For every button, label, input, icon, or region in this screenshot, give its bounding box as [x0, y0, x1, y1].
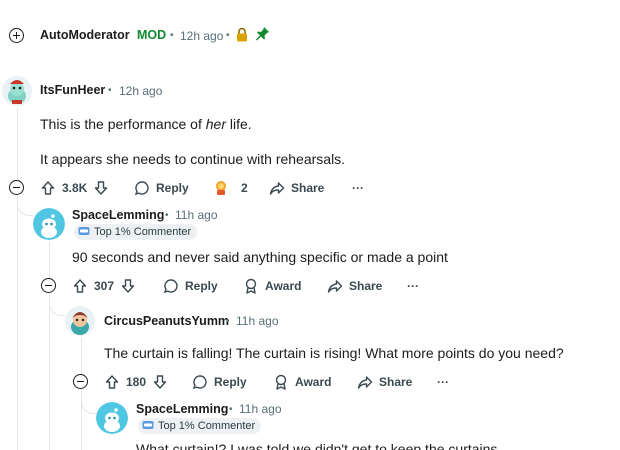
- collapse-thread-button[interactable]: [41, 278, 56, 293]
- avatar[interactable]: [2, 76, 32, 106]
- comment-time: 12h ago: [119, 84, 163, 98]
- share-icon: [357, 374, 373, 390]
- separator-dot: •: [170, 30, 174, 41]
- comment-time: 11h ago: [175, 208, 218, 222]
- collapse-thread-button[interactable]: [73, 374, 88, 389]
- share-icon: [327, 278, 343, 294]
- more-options-button[interactable]: ···: [352, 178, 364, 198]
- avatar[interactable]: [96, 402, 128, 434]
- mod-badge: MOD: [137, 28, 167, 42]
- comment-username[interactable]: ItsFunHeer: [40, 83, 105, 97]
- comment-body: What curtain!? I was told we didn't get …: [136, 441, 498, 450]
- separator-dot: •: [226, 316, 230, 327]
- comment-username[interactable]: CircusPeanutsYumm: [104, 314, 229, 328]
- separator-dot: •: [226, 30, 230, 41]
- thread-elbow-c2: [17, 196, 33, 216]
- user-flair: Top 1% Commenter: [138, 418, 262, 434]
- flair-label: Top 1% Commenter: [94, 226, 192, 238]
- share-label: Share: [379, 375, 413, 389]
- comment-time: 11h ago: [239, 402, 282, 416]
- separator-dot: •: [229, 404, 233, 415]
- comment-body-line: It appears she needs to continue with re…: [40, 151, 346, 167]
- reply-icon: [192, 374, 208, 390]
- comment-username[interactable]: SpaceLemming: [72, 208, 164, 222]
- flair-icon: [78, 226, 90, 239]
- vote-group: 180: [104, 372, 168, 392]
- share-button[interactable]: Share: [357, 372, 412, 392]
- downvote-icon[interactable]: [120, 278, 136, 294]
- avatar[interactable]: [65, 306, 95, 336]
- award-label: Award: [295, 375, 332, 389]
- reply-button[interactable]: Reply: [192, 372, 247, 392]
- award-icon: [213, 180, 229, 196]
- vote-count: 307: [94, 279, 115, 293]
- share-icon: [269, 180, 285, 196]
- reply-label: Reply: [185, 279, 218, 293]
- thread-elbow-c4: [81, 390, 97, 414]
- automod-time: 12h ago: [180, 29, 224, 43]
- more-options-button[interactable]: ···: [437, 372, 449, 392]
- pin-icon: [255, 26, 270, 46]
- reply-label: Reply: [156, 181, 189, 195]
- flair-icon: [142, 420, 154, 433]
- thread-elbow-c3: [49, 294, 65, 316]
- comment-body: 90 seconds and never said anything speci…: [72, 249, 448, 265]
- reply-button[interactable]: Reply: [134, 178, 189, 198]
- user-flair: Top 1% Commenter: [74, 224, 198, 240]
- share-button[interactable]: Share: [327, 276, 382, 296]
- upvote-icon[interactable]: [72, 278, 88, 294]
- separator-dot: •: [108, 85, 112, 96]
- award-count: 2: [241, 181, 248, 195]
- avatar[interactable]: [33, 208, 65, 240]
- comment-username[interactable]: SpaceLemming: [136, 402, 228, 416]
- thread-line-c1: [17, 196, 18, 450]
- share-label: Share: [291, 181, 325, 195]
- body-text: This is the performance of: [40, 116, 206, 132]
- reply-label: Reply: [214, 375, 247, 389]
- vote-group: 307: [72, 276, 136, 296]
- reply-icon: [163, 278, 179, 294]
- vote-count: 180: [126, 375, 147, 389]
- more-options-button[interactable]: ···: [407, 276, 419, 296]
- lock-icon: [236, 27, 248, 47]
- automod-username[interactable]: AutoModerator: [40, 28, 130, 42]
- separator-dot: •: [165, 210, 169, 221]
- share-label: Share: [349, 279, 383, 293]
- downvote-icon[interactable]: [93, 180, 109, 196]
- comment-time: 11h ago: [236, 314, 279, 328]
- upvote-icon[interactable]: [40, 180, 56, 196]
- flair-label: Top 1% Commenter: [158, 420, 256, 432]
- reply-icon: [134, 180, 150, 196]
- emphasis-text: her: [205, 116, 226, 132]
- thread-line-c2: [49, 242, 50, 450]
- share-button[interactable]: Share: [269, 178, 324, 198]
- award-label: Award: [265, 279, 302, 293]
- body-text: life.: [225, 116, 252, 132]
- upvote-icon[interactable]: [104, 374, 120, 390]
- comment-body: The curtain is falling! The curtain is r…: [104, 345, 564, 361]
- vote-count: 3.8K: [62, 181, 88, 195]
- award-button[interactable]: Award: [273, 372, 331, 392]
- award-button[interactable]: 2: [213, 178, 248, 198]
- vote-group: 3.8K: [40, 178, 109, 198]
- downvote-icon[interactable]: [152, 374, 168, 390]
- reply-button[interactable]: Reply: [163, 276, 218, 296]
- comment-body-line: This is the performance of her life.: [40, 116, 252, 132]
- expand-thread-button[interactable]: [9, 28, 24, 43]
- award-icon: [273, 374, 289, 390]
- collapse-thread-button[interactable]: [9, 180, 24, 195]
- award-icon: [243, 278, 259, 294]
- award-button[interactable]: Award: [243, 276, 301, 296]
